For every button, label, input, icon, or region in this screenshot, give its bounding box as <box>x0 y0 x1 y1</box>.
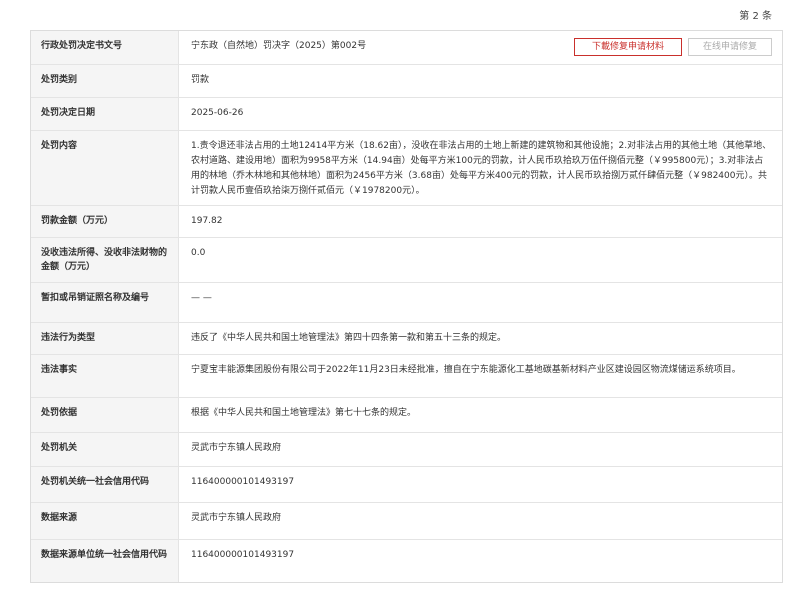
row-label: 违法事实 <box>31 355 179 397</box>
row-label: 处罚机关统一社会信用代码 <box>31 467 179 502</box>
penalty-content-text: 1.责令退还非法占用的土地12414平方米（18.62亩），没收在非法占用的土地… <box>191 141 772 196</box>
row-license-revocation: 暂扣或吊销证照名称及编号 — — <box>31 283 782 323</box>
row-label: 数据来源单位统一社会信用代码 <box>31 540 179 582</box>
row-value: 1.责令退还非法占用的土地12414平方米（18.62亩），没收在非法占用的土地… <box>179 131 782 205</box>
row-violation-facts: 违法事实 宁夏宝丰能源集团股份有限公司于2022年11月23日未经批准，擅自在宁… <box>31 355 782 398</box>
confiscation-amount-text: 0.0 <box>191 248 206 258</box>
decision-date-text: 2025-06-26 <box>191 108 244 118</box>
row-value: 0.0 <box>179 238 782 282</box>
violation-type-text: 违反了《中华人民共和国土地管理法》第四十四条第一款和第五十三条的规定。 <box>191 333 507 343</box>
row-authority-credit-code: 处罚机关统一社会信用代码 11640000010149319​7 <box>31 467 782 503</box>
row-value: 宁夏宝丰能源集团股份有限公司于2022年11月23日未经批准，擅自在宁东能源化工… <box>179 355 782 397</box>
row-label: 没收违法所得、没收非法财物的金额（万元） <box>31 238 179 282</box>
row-label: 违法行为类型 <box>31 323 179 354</box>
row-penalty-authority: 处罚机关 灵武市宁东镇人民政府 <box>31 433 782 467</box>
row-label: 行政处罚决定书文号 <box>31 31 179 64</box>
row-label: 处罚内容 <box>31 131 179 205</box>
row-value: — — <box>179 283 782 322</box>
row-confiscation-amount: 没收违法所得、没收非法财物的金额（万元） 0.0 <box>31 238 782 283</box>
row-label: 暂扣或吊销证照名称及编号 <box>31 283 179 322</box>
row-value: 罚款 <box>179 65 782 97</box>
row-value: 灵武市宁东镇人民政府 <box>179 503 782 539</box>
row-label: 处罚依据 <box>31 398 179 432</box>
source-credit-code-text: 116400000101493197 <box>191 550 295 560</box>
penalty-authority-text: 灵武市宁东镇人民政府 <box>191 443 282 453</box>
row-penalty-content: 处罚内容 1.责令退还非法占用的土地12414平方米（18.62亩），没收在非法… <box>31 131 782 206</box>
row-label: 处罚类别 <box>31 65 179 97</box>
row-source-credit-code: 数据来源单位统一社会信用代码 116400000101493197 <box>31 540 782 582</box>
fine-amount-text: 197.82 <box>191 216 223 226</box>
penalty-record-table: 行政处罚决定书文号 宁东政（自然地）罚决字（2025）第002号 下載修复申请材… <box>30 30 783 583</box>
legal-basis-text: 根据《中华人民共和国土地管理法》第七十七条的规定。 <box>191 408 417 418</box>
authority-credit-code-text: 11640000010149319​7 <box>191 477 295 487</box>
row-data-source: 数据来源 灵武市宁东镇人民政府 <box>31 503 782 540</box>
row-legal-basis: 处罚依据 根据《中华人民共和国土地管理法》第七十七条的规定。 <box>31 398 782 433</box>
row-violation-type: 违法行为类型 违反了《中华人民共和国土地管理法》第四十四条第一款和第五十三条的规… <box>31 323 782 355</box>
download-repair-materials-button[interactable]: 下載修复申请材料 <box>574 38 682 56</box>
row-value: 197.82 <box>179 206 782 237</box>
row-value: 11640000010149319​7 <box>179 467 782 502</box>
row-label: 处罚机关 <box>31 433 179 466</box>
row-value: 2025-06-26 <box>179 98 782 130</box>
row-value: 宁东政（自然地）罚决字（2025）第002号 下載修复申请材料 在线申请修复 <box>179 31 782 64</box>
row-fine-amount: 罚款金额（万元） 197.82 <box>31 206 782 238</box>
row-value: 116400000101493197 <box>179 540 782 582</box>
license-revocation-text: — — <box>191 293 212 303</box>
row-value: 灵武市宁东镇人民政府 <box>179 433 782 466</box>
row-penalty-category: 处罚类别 罚款 <box>31 65 782 98</box>
row-value: 违反了《中华人民共和国土地管理法》第四十四条第一款和第五十三条的规定。 <box>179 323 782 354</box>
row-label: 处罚决定日期 <box>31 98 179 130</box>
page-indicator: 第 2 条 <box>739 11 772 22</box>
row-decision-date: 处罚决定日期 2025-06-26 <box>31 98 782 131</box>
decision-number-text: 宁东政（自然地）罚决字（2025）第002号 <box>191 41 367 51</box>
row-decision-number: 行政处罚决定书文号 宁东政（自然地）罚决字（2025）第002号 下載修复申请材… <box>31 31 782 65</box>
row-value: 根据《中华人民共和国土地管理法》第七十七条的规定。 <box>179 398 782 432</box>
row-label: 数据来源 <box>31 503 179 539</box>
penalty-category-text: 罚款 <box>191 75 210 85</box>
action-buttons: 下載修复申请材料 在线申请修复 <box>574 38 772 56</box>
data-source-text: 灵武市宁东镇人民政府 <box>191 513 282 523</box>
violation-facts-text: 宁夏宝丰能源集团股份有限公司于2022年11月23日未经批准，擅自在宁东能源化工… <box>191 365 741 375</box>
online-repair-button[interactable]: 在线申请修复 <box>688 38 772 56</box>
row-label: 罚款金额（万元） <box>31 206 179 237</box>
